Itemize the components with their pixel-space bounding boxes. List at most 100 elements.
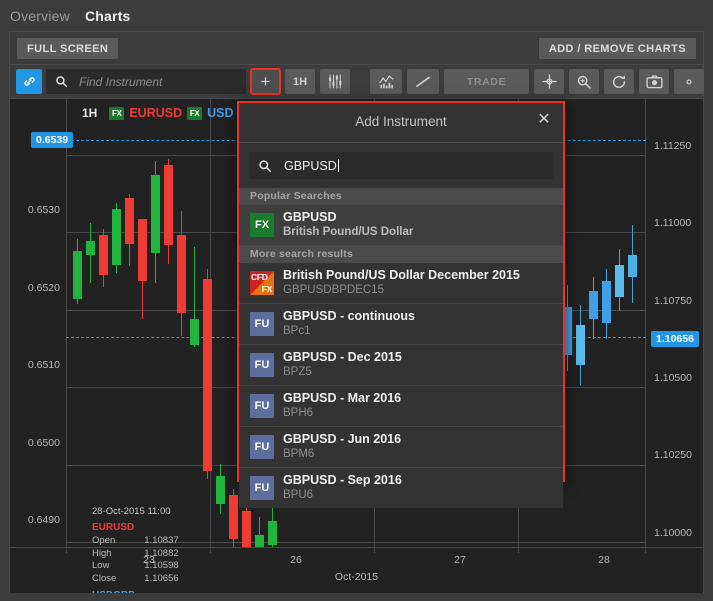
add-remove-charts-button[interactable]: ADD / REMOVE CHARTS: [538, 38, 696, 59]
chart-timeframe-label: 1H: [82, 106, 98, 120]
dialog-search-wrap: GBPUSD: [239, 143, 563, 188]
right-axis-tick: 1.10500: [654, 372, 692, 384]
tab-overview[interactable]: Overview: [10, 8, 70, 24]
right-price-axis: 1.11250 1.11000 1.10750 1.10656 1.10500 …: [646, 99, 703, 547]
instrument-subtitle: British Pound/US Dollar: [283, 226, 414, 238]
close-icon[interactable]: ✕: [536, 112, 552, 128]
futures-icon: FU: [250, 352, 274, 377]
instrument-search-value: GBPUSD: [284, 158, 337, 173]
right-axis-tick: 1.11000: [654, 217, 692, 229]
find-instrument-placeholder: Find Instrument: [79, 74, 163, 89]
futures-icon: FU: [250, 311, 274, 336]
list-item[interactable]: FU GBPUSD - continuous BPc1: [239, 304, 563, 345]
full-screen-button[interactable]: FULL SCREEN: [17, 38, 119, 59]
right-price-tag: 1.10656: [651, 331, 699, 347]
chart-header: 1H FX EURUSD FX USD: [82, 106, 234, 120]
right-axis-tick: 1.11250: [654, 140, 692, 152]
instrument-title: GBPUSD - continuous: [283, 309, 415, 323]
chart-symbol-2[interactable]: USD: [207, 106, 233, 120]
left-price-axis: 0.6539 0.6530 0.6520 0.6510 0.6500 0.649…: [10, 99, 74, 547]
link-icon[interactable]: [16, 69, 42, 94]
zoom-icon[interactable]: [569, 69, 599, 94]
tab-charts[interactable]: Charts: [85, 8, 131, 24]
ohlc-value: 1.10656: [144, 572, 179, 584]
trendline-icon[interactable]: [407, 69, 439, 94]
fx-badge-icon-2: FX: [187, 106, 203, 120]
left-axis-tick: 0.6500: [27, 437, 60, 449]
refresh-icon[interactable]: [604, 69, 634, 94]
ohlc-datetime: 28-Oct-2015 11:00: [92, 506, 171, 517]
date-axis-month: Oct-2015: [334, 571, 379, 583]
list-item[interactable]: CFD FX British Pound/US Dollar December 2…: [239, 263, 563, 304]
gear-icon[interactable]: [674, 69, 704, 94]
left-price-tag: 0.6539: [31, 132, 74, 148]
chart-symbol-1[interactable]: EURUSD: [129, 106, 182, 120]
ohlc-key: Close: [92, 572, 117, 584]
instrument-subtitle: BPH6: [283, 407, 314, 419]
studies-chart-icon[interactable]: [370, 69, 402, 94]
fx-icon: FX: [250, 212, 274, 237]
right-axis-tick: 1.10000: [654, 527, 692, 539]
list-item[interactable]: FU GBPUSD - Sep 2016 BPU6: [239, 468, 563, 508]
ohlc-value: 1.10598: [144, 560, 179, 571]
right-axis-tick: 1.10750: [654, 295, 692, 307]
find-instrument-input[interactable]: Find Instrument: [46, 69, 246, 94]
instrument-title: GBPUSD - Dec 2015: [283, 350, 402, 364]
instrument-subtitle: BPU6: [283, 489, 314, 501]
list-item[interactable]: FU GBPUSD - Jun 2016 BPM6: [239, 427, 563, 468]
instrument-title: GBPUSD - Sep 2016: [283, 473, 402, 487]
date-axis-tick: 28: [598, 554, 610, 566]
ohlc-symbol-usdgbp: USDGBP: [92, 590, 179, 593]
crosshair-icon[interactable]: [534, 69, 564, 94]
date-axis-tick: 27: [454, 554, 466, 566]
add-instrument-dialog: Add Instrument ✕ GBPUSD Popular Searches…: [237, 101, 565, 508]
list-item[interactable]: FX GBPUSD British Pound/US Dollar: [239, 205, 563, 246]
camera-icon[interactable]: [639, 69, 669, 94]
panel-top-row: FULL SCREEN ADD / REMOVE CHARTS: [10, 32, 703, 65]
timeframe-button[interactable]: 1H: [285, 69, 315, 94]
ohlc-key: Low: [92, 560, 110, 571]
left-axis-tick: 0.6510: [27, 359, 60, 371]
plus-icon: +: [260, 72, 271, 91]
add-instrument-button[interactable]: +: [250, 68, 281, 95]
trade-label: TRADE: [466, 75, 507, 88]
indicators-icon[interactable]: [320, 69, 350, 94]
left-axis-tick: 0.6490: [27, 514, 60, 526]
chart-toolbar: Find Instrument + 1H TRADE: [10, 65, 704, 99]
group-heading-more: More search results: [239, 246, 563, 263]
instrument-title: GBPUSD - Jun 2016: [283, 432, 402, 446]
instrument-title: GBPUSD: [283, 210, 337, 224]
list-item[interactable]: FU GBPUSD - Mar 2016 BPH6: [239, 386, 563, 427]
search-icon: [55, 75, 68, 88]
instrument-title: GBPUSD - Mar 2016: [283, 391, 402, 405]
dialog-header: Add Instrument ✕: [239, 103, 563, 143]
main-tabstrip: Overview Charts: [0, 0, 713, 32]
date-axis-tick: 26: [290, 554, 302, 566]
list-item[interactable]: FU GBPUSD - Dec 2015 BPZ5: [239, 345, 563, 386]
futures-icon: FU: [250, 434, 274, 459]
fx-badge-icon: FX: [109, 106, 125, 120]
dialog-title: Add Instrument: [355, 114, 447, 129]
cfd-fx-icon: CFD FX: [250, 270, 274, 295]
instrument-title: British Pound/US Dollar December 2015: [283, 268, 520, 282]
ohlc-symbol-eurusd: EURUSD: [92, 522, 135, 533]
trade-button[interactable]: TRADE: [444, 69, 529, 94]
ohlc-table-eurusd: Open 1.10837 High 1.10882 Low 1.10598 Close…: [92, 535, 179, 585]
group-heading-popular: Popular Searches: [239, 188, 563, 205]
instrument-subtitle: BPM6: [283, 448, 315, 460]
futures-icon: FU: [250, 393, 274, 418]
trading-platform-window: Overview Charts FULL SCREEN ADD / REMOVE…: [0, 0, 713, 601]
left-axis-tick: 0.6520: [27, 282, 60, 294]
futures-icon: FU: [250, 475, 274, 500]
right-axis-tick: 1.10250: [654, 449, 692, 461]
ohlc-key: Open: [92, 535, 116, 546]
ohlc-key: High: [92, 547, 112, 559]
instrument-subtitle: BPc1: [283, 325, 311, 337]
search-icon: [258, 159, 272, 173]
ohlc-readout: 28-Oct-2015 11:00 EURUSD Open 1.10837 Hig…: [92, 506, 179, 593]
ohlc-value: 1.10837: [144, 535, 179, 546]
text-caret: [337, 159, 339, 172]
instrument-search-input[interactable]: GBPUSD: [249, 152, 553, 179]
instrument-subtitle: GBPUSDBPDEC15: [283, 284, 384, 296]
left-axis-tick: 0.6530: [27, 204, 60, 216]
